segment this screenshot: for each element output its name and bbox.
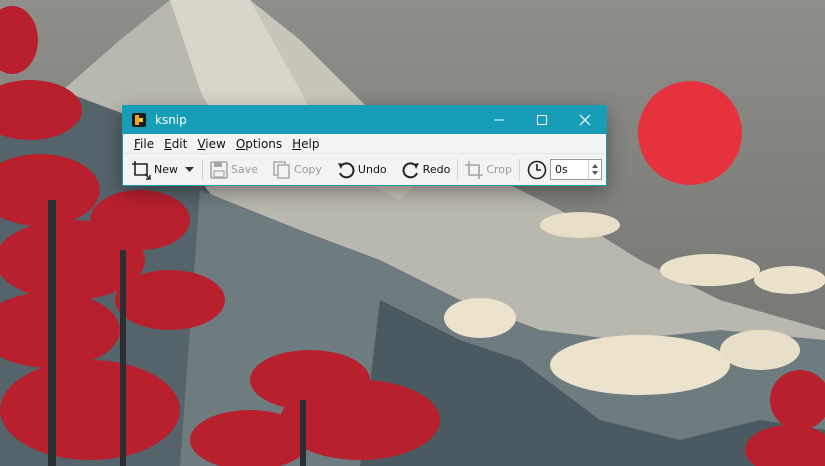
- new-capture-button[interactable]: New: [128, 157, 181, 183]
- toolbar-separator: [202, 158, 203, 181]
- redo-label: Redo: [422, 163, 451, 176]
- title-bar[interactable]: ksnip: [123, 106, 606, 134]
- toolbar-separator: [265, 159, 266, 181]
- toolbar-separator: [457, 158, 459, 181]
- undo-label: Undo: [357, 163, 387, 176]
- ksnip-logo-icon: [132, 113, 146, 127]
- copy-button[interactable]: Copy: [270, 157, 325, 183]
- delay-value: 0s: [555, 163, 568, 176]
- menu-mnemonic: H: [292, 136, 302, 151]
- menu-edit[interactable]: Edit: [159, 137, 192, 151]
- new-capture-mode-dropdown[interactable]: [181, 157, 198, 183]
- menu-label: iew: [205, 136, 226, 151]
- menu-mnemonic: O: [235, 136, 246, 151]
- menu-mnemonic: E: [164, 136, 172, 151]
- crop-icon: [465, 160, 484, 179]
- menu-options[interactable]: Options: [231, 137, 287, 151]
- save-button[interactable]: Save: [207, 157, 261, 183]
- minimize-button[interactable]: [477, 106, 521, 134]
- desktop-wallpaper: ksnip File Edit View Options Help New Sa…: [0, 0, 825, 466]
- toolbar-separator: [519, 158, 520, 181]
- close-button[interactable]: [563, 106, 607, 134]
- redo-arrow-icon: [402, 161, 419, 178]
- toolbar: New Save Copy Undo Redo Crop 0s: [123, 153, 606, 185]
- menu-view[interactable]: View: [192, 137, 230, 151]
- crop-button[interactable]: Crop: [462, 157, 515, 183]
- menu-label: dit: [171, 136, 188, 151]
- redo-button[interactable]: Redo: [399, 157, 454, 183]
- menu-bar: File Edit View Options Help: [123, 134, 606, 153]
- minimize-icon: [494, 119, 504, 121]
- delay-spinbox[interactable]: 0s: [550, 159, 602, 180]
- window-title: ksnip: [155, 113, 187, 127]
- chevron-down-icon: [185, 166, 194, 172]
- menu-help[interactable]: Help: [287, 137, 324, 151]
- ksnip-window: ksnip File Edit View Options Help New Sa…: [122, 105, 607, 186]
- menu-label: ptions: [245, 136, 283, 151]
- menu-file[interactable]: File: [129, 137, 159, 151]
- undo-arrow-icon: [337, 161, 355, 178]
- clock-icon: [527, 160, 547, 179]
- menu-label: ile: [140, 136, 155, 151]
- maximize-button[interactable]: [520, 106, 564, 134]
- toolbar-separator: [394, 159, 395, 181]
- menu-label: elp: [301, 136, 320, 151]
- copy-icon: [273, 160, 290, 179]
- crop-label: Crop: [486, 163, 512, 176]
- wallpaper-image: [0, 0, 825, 466]
- undo-button[interactable]: Undo: [334, 157, 390, 183]
- floppy-disk-icon: [210, 160, 228, 179]
- chevron-down-icon[interactable]: [592, 171, 598, 175]
- close-icon: [579, 114, 591, 126]
- save-label: Save: [231, 163, 259, 176]
- rect-select-icon: [132, 160, 151, 180]
- delay-stepper[interactable]: [588, 160, 601, 179]
- maximize-icon: [537, 115, 547, 125]
- copy-label: Copy: [294, 163, 322, 176]
- delay-control: 0s: [524, 157, 605, 183]
- chevron-up-icon[interactable]: [592, 164, 598, 168]
- toolbar-separator: [329, 159, 330, 181]
- new-label: New: [154, 163, 178, 176]
